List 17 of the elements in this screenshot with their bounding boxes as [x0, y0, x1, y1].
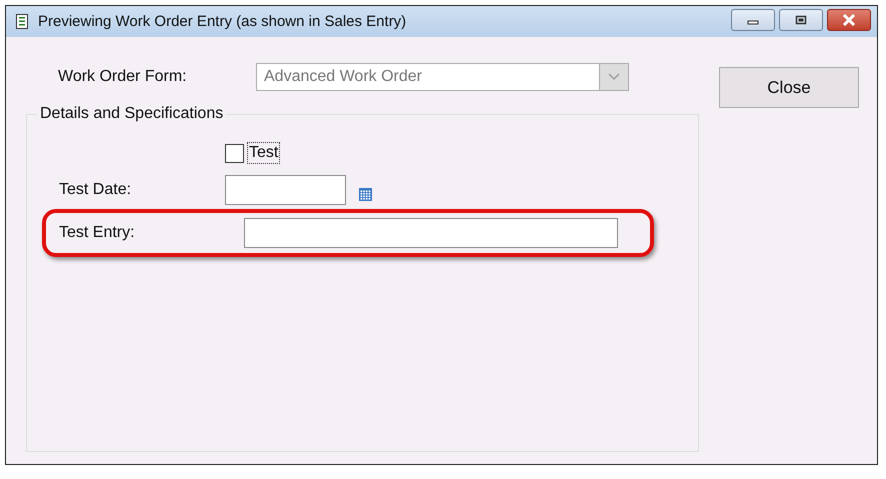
chevron-down-icon	[608, 73, 620, 81]
close-button[interactable]: Close	[719, 67, 859, 108]
calendar-icon[interactable]	[359, 188, 372, 200]
input-field[interactable]	[244, 218, 618, 248]
date-field[interactable]	[225, 175, 346, 205]
form-icon	[16, 14, 28, 29]
field-label: Test Date:	[58, 181, 132, 199]
field-label: Test Entry:	[58, 224, 136, 242]
maximize-button[interactable]	[779, 9, 823, 31]
group-title: Details and Specifications	[37, 105, 226, 123]
window-title: Previewing Work Order Entry (as shown in Sales Entry)	[38, 13, 408, 30]
maximize-icon	[795, 15, 807, 25]
close-icon	[842, 14, 856, 26]
minimize-button[interactable]	[731, 9, 775, 31]
close-button[interactable]	[827, 9, 871, 31]
checkbox[interactable]	[225, 144, 244, 162]
field-label: Work Order Form:	[57, 68, 188, 86]
